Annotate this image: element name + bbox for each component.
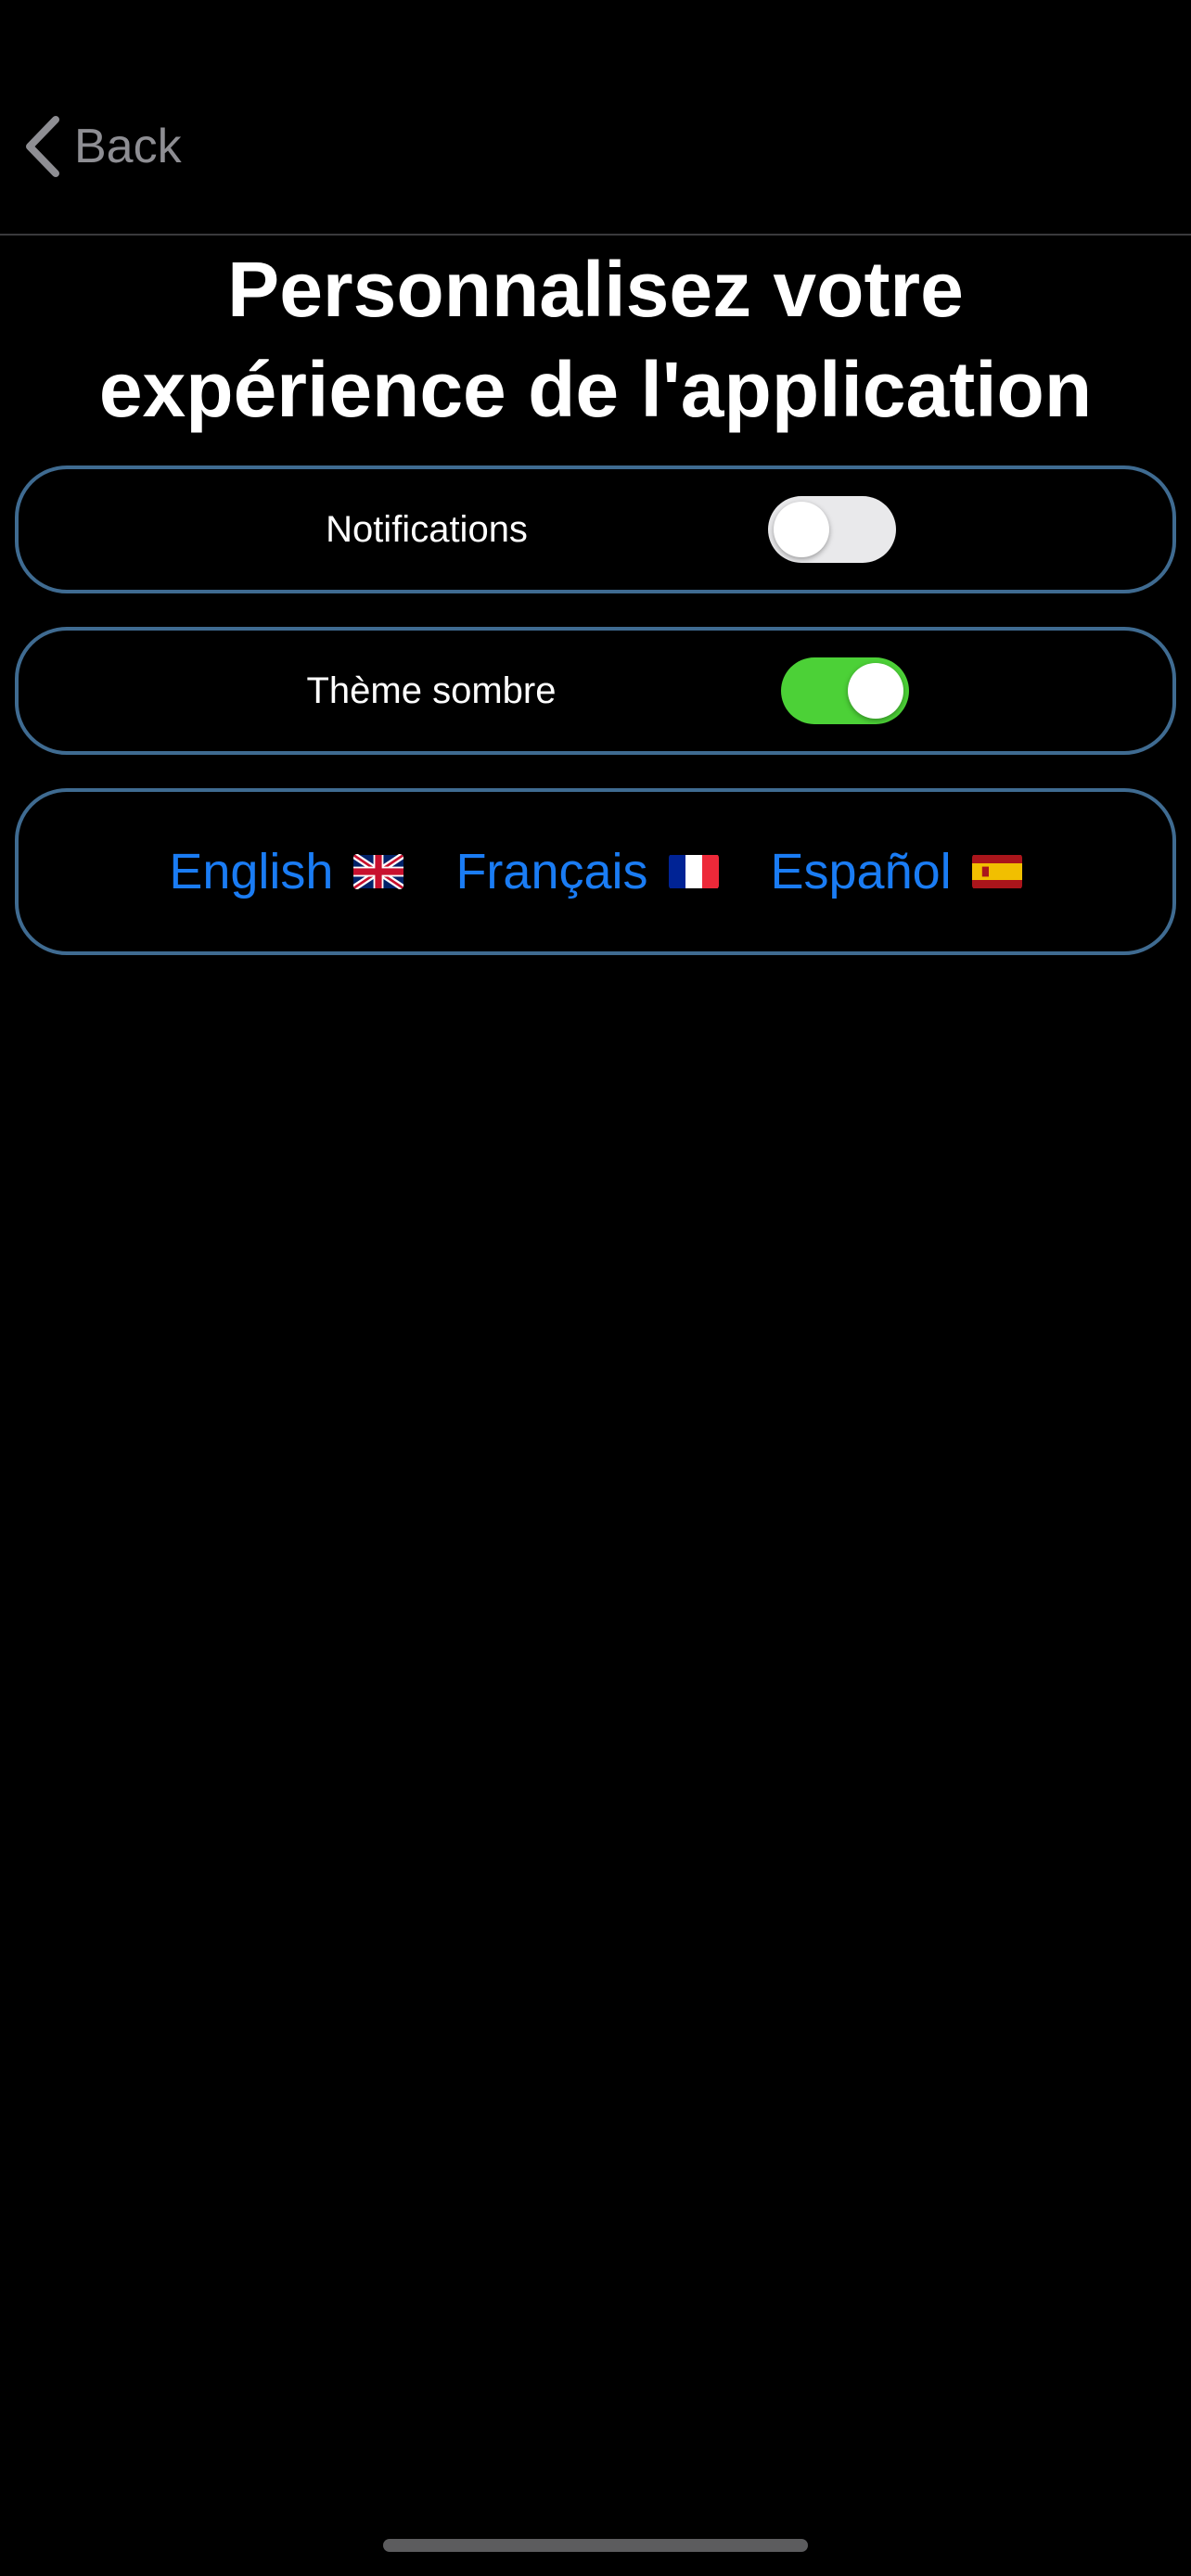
navigation-bar: Back [0, 0, 1191, 236]
language-label-french: Français [455, 844, 648, 899]
dark-theme-toggle[interactable] [781, 657, 909, 724]
toggle-knob [774, 502, 829, 557]
language-label-spanish: Español [770, 844, 952, 899]
back-label: Back [74, 120, 182, 173]
page-title-line-1: Personnalisez votre [227, 246, 964, 333]
notifications-label: Notifications [326, 508, 528, 550]
dark-theme-label: Thème sombre [306, 670, 557, 711]
chevron-left-icon [26, 116, 59, 177]
home-indicator[interactable] [383, 2539, 808, 2552]
dark-theme-setting-card: Thème sombre [15, 627, 1176, 755]
uk-flag-icon [353, 854, 404, 889]
notifications-setting-card: Notifications [15, 465, 1176, 593]
page-title: Personnalisez votre expérience de l'appl… [0, 239, 1191, 440]
language-label-english: English [169, 844, 334, 899]
language-selector-card: English Français Español [15, 788, 1176, 955]
language-options: English Français Español [19, 792, 1172, 951]
language-option-french[interactable]: Français [455, 843, 719, 900]
language-option-english[interactable]: English [169, 843, 404, 900]
page-title-line-2: expérience de l'application [98, 346, 1093, 433]
toggle-knob [848, 663, 903, 719]
notifications-toggle[interactable] [768, 496, 896, 563]
spain-flag-icon [971, 855, 1022, 888]
back-button[interactable]: Back [22, 109, 182, 184]
france-flag-icon [668, 855, 719, 888]
language-option-spanish[interactable]: Español [771, 843, 1022, 900]
